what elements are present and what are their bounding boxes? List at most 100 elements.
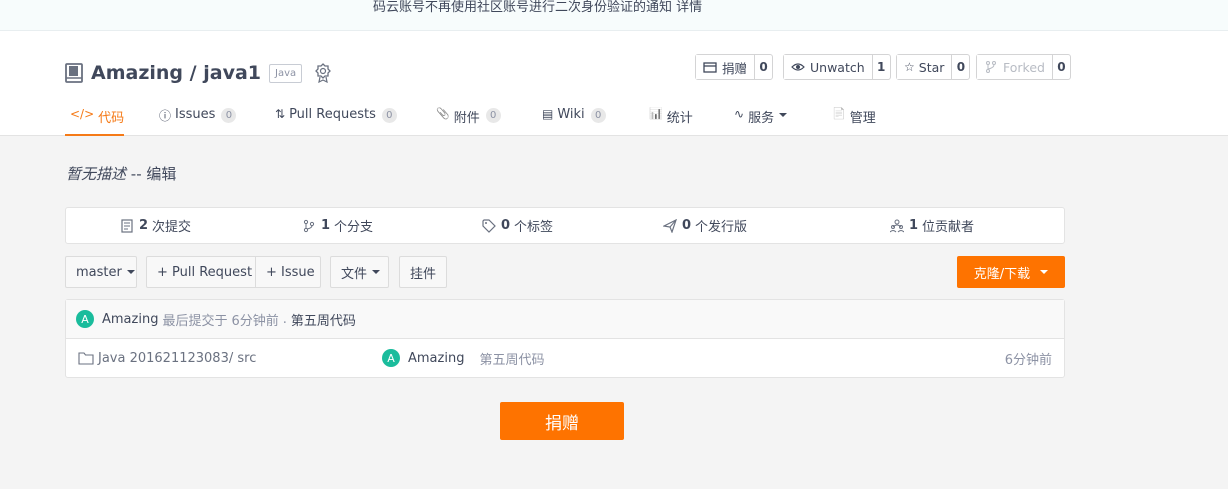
tab-attachments[interactable]: 📎 附件 0 — [436, 97, 501, 136]
table-row: Java 201621123083/ src A Amazing 第五周代码 6… — [66, 339, 1064, 377]
pull-requests-count-badge: 0 — [381, 108, 397, 123]
fork-action: Forked 0 — [976, 54, 1071, 80]
watch-count[interactable]: 1 — [871, 55, 890, 79]
pull-request-icon: ⇅ — [275, 107, 286, 121]
avatar[interactable]: A — [76, 310, 94, 328]
code-icon: </> — [70, 107, 95, 121]
tab-statistics-label: 统计 — [666, 111, 693, 126]
commit-message-link[interactable]: 第五周代码 — [291, 310, 356, 329]
eye-icon — [791, 63, 805, 71]
repo-description: 暂无描述 -- 编辑 — [66, 163, 176, 184]
repo-header: Amazing / java1 Java 捐赠 0 Unwatch 1 ☆ St… — [0, 31, 1228, 136]
tags-count: 0 — [501, 218, 511, 233]
file-menu-button[interactable]: 文件 — [330, 256, 389, 288]
commit-text: 最后提交于 — [162, 313, 228, 329]
commit-author-link[interactable]: Amazing — [102, 312, 158, 327]
stat-releases[interactable]: 0 个发行版 — [663, 208, 747, 243]
branch-select[interactable]: master — [65, 256, 137, 288]
tab-statistics[interactable]: 📊 统计 — [649, 97, 693, 136]
branches-label: 个分支 — [334, 220, 374, 235]
repo-owner-link[interactable]: Amazing — [91, 62, 183, 84]
file-commit-message-link[interactable]: 第五周代码 — [479, 349, 544, 368]
widget-button[interactable]: 挂件 — [399, 256, 447, 288]
stat-branches[interactable]: 1 个分支 — [302, 208, 373, 243]
notice-message: 码云账号不再使用社区账号进行二次身份验证的通知 — [373, 0, 673, 15]
commits-count: 2 — [139, 218, 149, 233]
file-commit-author-link[interactable]: Amazing — [408, 351, 464, 366]
repo-book-icon — [65, 63, 83, 83]
file-entry-name: Java 201621123083/ src — [98, 350, 257, 366]
latest-commit-bar: A Amazing 最后提交于 6分钟前 . 第五周代码 — [66, 300, 1064, 339]
award-icon[interactable] — [314, 63, 332, 83]
commit-separator: . — [282, 311, 287, 327]
chevron-down-icon — [372, 270, 381, 274]
stat-tags[interactable]: 0 个标签 — [482, 208, 553, 243]
tags-label: 个标签 — [514, 220, 554, 235]
file-last-commit: A Amazing 第五周代码 — [382, 339, 544, 377]
star-icon: ☆ — [904, 60, 915, 74]
notice-details-link[interactable]: 详情 — [676, 0, 702, 15]
clone-download-label: 克隆/下载 — [973, 266, 1031, 282]
tab-attachments-label: 附件 — [453, 111, 480, 126]
fork-icon — [986, 61, 996, 73]
chevron-down-icon — [1040, 270, 1049, 274]
donate-icon — [703, 62, 717, 73]
avatar[interactable]: A — [382, 349, 400, 367]
new-issue-button[interactable]: + Issue — [255, 256, 321, 288]
tab-issues[interactable]: ⓘ Issues 0 — [159, 97, 237, 136]
new-pull-request-button[interactable]: + Pull Request — [146, 256, 256, 288]
stat-contributors[interactable]: 1 位贡献者 — [890, 208, 974, 243]
repo-name-link[interactable]: java1 — [203, 62, 261, 84]
forked-button[interactable]: Forked — [977, 55, 1052, 79]
paperclip-icon: 📎 — [436, 107, 450, 120]
file-entry-link[interactable]: Java 201621123083/ src — [78, 339, 256, 377]
stat-commits[interactable]: 2 次提交 — [120, 208, 191, 243]
fork-count[interactable]: 0 — [1051, 55, 1070, 79]
donate-button[interactable]: 捐赠 — [500, 402, 624, 440]
tab-admin[interactable]: 📄 管理 — [832, 97, 876, 136]
tab-wiki[interactable]: ▤ Wiki 0 — [542, 97, 606, 136]
description-separator: -- — [130, 165, 142, 183]
contributors-icon — [890, 219, 904, 232]
repo-separator: / — [189, 62, 197, 84]
new-issue-label: + Issue — [266, 264, 315, 280]
branch-select-label: master — [76, 264, 122, 280]
repo-full-name: Amazing / java1 — [91, 62, 261, 84]
releases-label: 个发行版 — [695, 220, 748, 235]
commit-time: 6分钟前 — [231, 313, 279, 329]
star-button[interactable]: ☆ Star — [897, 55, 952, 79]
repo-stats-bar: 2 次提交 1 个分支 0 个标签 0 个发行版 1 位贡献者 — [65, 207, 1065, 244]
releases-count: 0 — [682, 218, 692, 233]
tab-pull-requests-label: Pull Requests — [289, 107, 376, 122]
document-icon: 📄 — [832, 107, 846, 120]
donate-action-button[interactable]: 捐赠 — [696, 55, 755, 79]
wiki-count-badge: 0 — [590, 108, 606, 123]
clone-download-button[interactable]: 克隆/下载 — [957, 256, 1065, 288]
repo-title: Amazing / java1 Java — [65, 60, 332, 86]
forked-label: Forked — [1003, 59, 1045, 75]
tab-pull-requests[interactable]: ⇅ Pull Requests 0 — [275, 97, 397, 136]
chevron-down-icon — [126, 270, 135, 274]
folder-icon — [78, 352, 94, 365]
description-text: 暂无描述 — [66, 165, 127, 183]
star-label: Star — [918, 59, 945, 75]
tab-services[interactable]: ∿ 服务 — [734, 97, 788, 136]
tab-code-label: 代码 — [98, 111, 125, 126]
tab-code[interactable]: </> 代码 — [65, 97, 124, 136]
edit-description-link[interactable]: 编辑 — [146, 165, 176, 183]
contributors-label: 位贡献者 — [922, 220, 975, 235]
donate-count[interactable]: 0 — [754, 55, 772, 79]
release-icon — [663, 218, 677, 233]
language-tag[interactable]: Java — [269, 63, 303, 83]
file-commit-time: 6分钟前 — [1004, 352, 1052, 368]
contributors-count: 1 — [909, 218, 919, 233]
star-count[interactable]: 0 — [951, 55, 969, 79]
attachments-count-badge: 0 — [485, 108, 501, 123]
unwatch-button[interactable]: Unwatch — [784, 55, 872, 79]
tab-admin-label: 管理 — [849, 111, 876, 126]
widget-label: 挂件 — [410, 266, 437, 282]
unwatch-label: Unwatch — [810, 59, 865, 75]
wiki-icon: ▤ — [542, 107, 554, 121]
tab-services-label: 服务 — [748, 111, 775, 126]
watch-action: Unwatch 1 — [783, 54, 891, 80]
